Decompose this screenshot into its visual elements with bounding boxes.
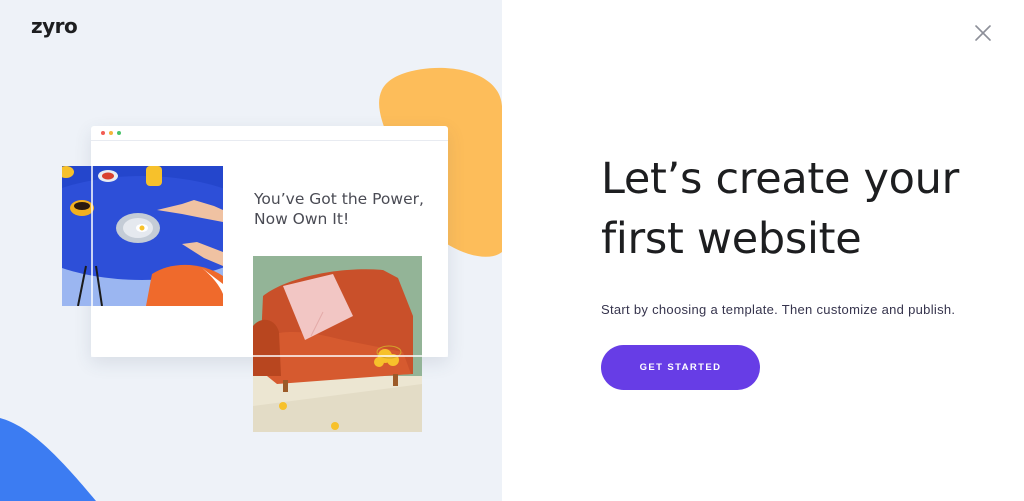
- browser-dot-red: [101, 131, 105, 135]
- page-title: Let’s create your first website: [601, 149, 1001, 269]
- title-line-1: Let’s create your: [601, 154, 960, 204]
- preview-headline: You’ve Got the Power, Now Own It!: [254, 190, 424, 228]
- get-started-button[interactable]: GET STARTED: [601, 345, 760, 390]
- browser-bar: [91, 126, 448, 141]
- close-button[interactable]: [972, 22, 994, 44]
- browser-dot-green: [117, 131, 121, 135]
- zyro-logo[interactable]: zyro: [31, 14, 78, 38]
- page-subtitle: Start by choosing a template. Then custo…: [601, 302, 956, 317]
- browser-dot-yellow: [109, 131, 113, 135]
- illustration-panel: zyro You’ve Got the Power, Now Own It!: [0, 0, 502, 501]
- title-line-2: first website: [601, 214, 862, 264]
- table-photo: [62, 166, 223, 306]
- sofa-photo: [253, 256, 422, 432]
- blue-blob-decoration: [0, 418, 96, 501]
- close-icon: [975, 25, 991, 41]
